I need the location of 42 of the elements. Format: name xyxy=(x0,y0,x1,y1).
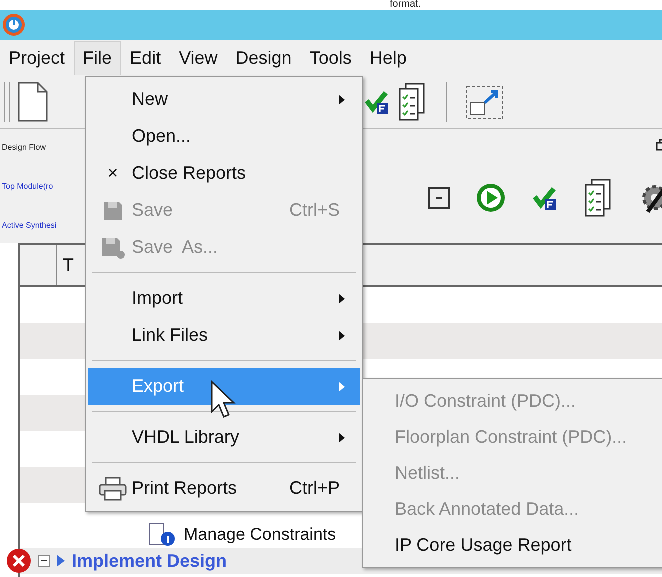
floppy-disks-icon xyxy=(101,236,125,258)
menu-item[interactable]: Import xyxy=(88,280,360,317)
menu-bar-item[interactable]: Edit xyxy=(121,40,170,76)
field-label: Active Synthesi xyxy=(2,221,58,230)
report-icon[interactable] xyxy=(584,179,614,217)
tree-item[interactable]: Manage Constraints xyxy=(184,525,336,545)
column-header[interactable]: T xyxy=(57,245,74,285)
check-badge-icon[interactable] xyxy=(364,89,390,115)
check-badge-icon[interactable] xyxy=(532,185,558,211)
menu-bar-item[interactable]: Project xyxy=(0,40,74,76)
menu-bar-item[interactable]: Help xyxy=(360,40,416,76)
submenu-arrow-icon xyxy=(338,94,346,104)
collapse-icon[interactable] xyxy=(38,555,50,567)
field-label: Top Module(ro xyxy=(2,182,54,191)
run-icon[interactable] xyxy=(476,183,506,213)
new-document-icon[interactable] xyxy=(18,82,48,122)
menu-item[interactable]: Print Reports Ctrl+P xyxy=(88,470,360,507)
menu-bar-item[interactable]: Design xyxy=(226,40,301,76)
submenu-arrow-icon xyxy=(338,432,346,442)
tree-item[interactable]: Implement Design xyxy=(72,550,228,572)
menu-bar-item[interactable]: File xyxy=(74,41,122,75)
close-icon: × xyxy=(108,163,118,184)
menu-item[interactable]: × Close Reports xyxy=(88,155,360,192)
caption-text: format. xyxy=(389,0,422,10)
panel-title: Design Flow xyxy=(2,143,48,152)
menu-item[interactable]: VHDL Library xyxy=(88,419,360,456)
mouse-pointer-icon xyxy=(210,380,236,420)
menu-bar-item[interactable]: Tools xyxy=(300,40,361,76)
submenu-arrow-icon xyxy=(338,330,346,340)
submenu-item[interactable]: IP Core Usage Report xyxy=(363,527,662,563)
error-icon xyxy=(6,548,32,574)
submenu-arrow-icon xyxy=(338,294,346,304)
printer-icon xyxy=(99,476,127,500)
submenu-arrow-icon xyxy=(338,382,346,392)
app-logo-icon xyxy=(2,13,26,37)
menu-item[interactable]: Link Files xyxy=(88,317,360,354)
expand-arrow-icon[interactable] xyxy=(56,554,66,568)
menu-item[interactable]: Open... xyxy=(88,118,360,155)
collapse-icon[interactable] xyxy=(428,187,450,209)
constraints-document-icon xyxy=(148,523,178,547)
menu-bar-item[interactable]: View xyxy=(170,40,227,76)
report-icon[interactable] xyxy=(398,83,428,121)
